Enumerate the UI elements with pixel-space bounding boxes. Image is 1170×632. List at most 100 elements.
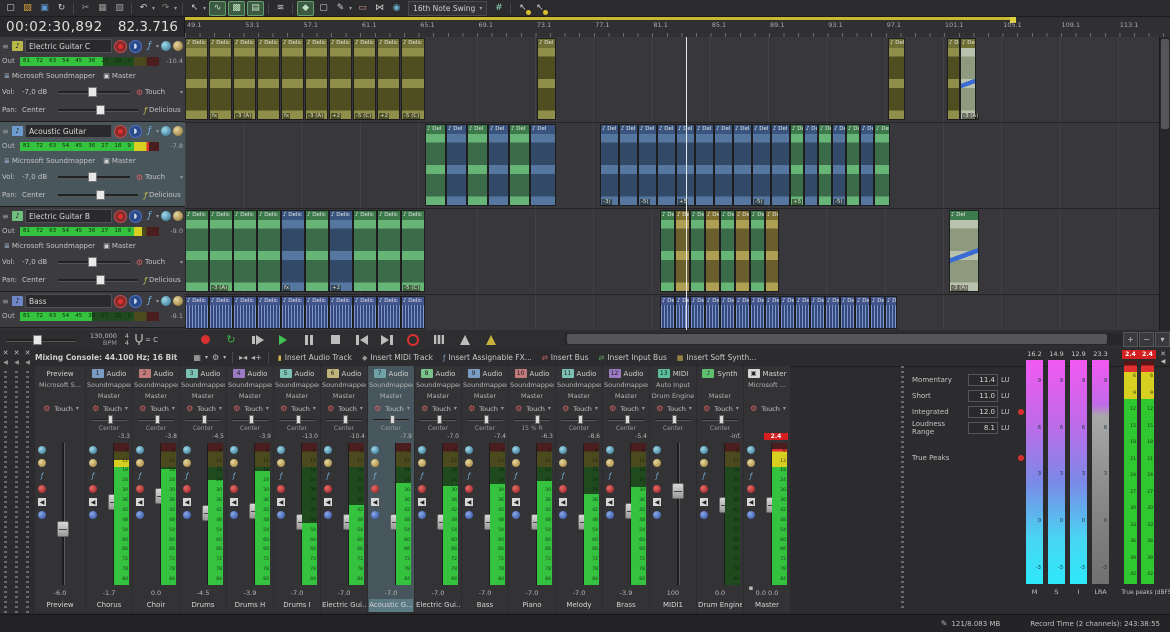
audio-clip[interactable]: ♪ Delic bbox=[305, 210, 329, 292]
snap-toggle-icon[interactable]: # bbox=[491, 2, 506, 15]
fx-icon[interactable]: ƒ bbox=[370, 471, 380, 481]
slider-handle[interactable] bbox=[155, 415, 160, 424]
audio-clip[interactable]: ♪ Del bbox=[960, 38, 976, 120]
audio-clip[interactable]: ♪ De bbox=[705, 210, 720, 292]
fx-icon[interactable]: ƒ bbox=[652, 471, 662, 481]
strip-fader[interactable] bbox=[673, 443, 683, 585]
solo-icon[interactable] bbox=[652, 458, 662, 468]
arrangement-track-row[interactable]: ♪ Del♪ Del♪ Del♪ Del♪ Del♪ Del♪ Del♪ Del… bbox=[185, 123, 1160, 209]
solo-icon[interactable] bbox=[699, 458, 709, 468]
track-grip-icon[interactable]: ≡ bbox=[2, 42, 12, 51]
strip-automation-select[interactable]: ⚙Touch▾ bbox=[557, 402, 601, 415]
metronome-button[interactable] bbox=[453, 332, 477, 347]
mute-icon[interactable] bbox=[37, 510, 47, 520]
audio-clip[interactable]: ♪ Delic bbox=[305, 38, 328, 120]
track-header[interactable]: ≡♪Electric Guitar B◗ƒ▾Out817263544536271… bbox=[0, 207, 185, 292]
strip-device-label[interactable]: Microsoft ... bbox=[745, 380, 789, 391]
solo-icon[interactable] bbox=[464, 458, 474, 468]
metronome-countoff-button[interactable] bbox=[479, 332, 503, 347]
fader-handle[interactable] bbox=[672, 483, 684, 499]
audio-clip[interactable]: ♪ Delic bbox=[185, 296, 209, 329]
audio-clip[interactable]: ♪ Delic bbox=[329, 38, 352, 120]
volume-slider[interactable] bbox=[58, 87, 130, 97]
dock-grip[interactable] bbox=[15, 371, 18, 614]
strip-pan-slider[interactable] bbox=[185, 415, 221, 424]
chevron-down-icon[interactable]: ▾ bbox=[156, 298, 159, 305]
slider-handle[interactable] bbox=[296, 415, 301, 424]
fx-icon[interactable]: ƒ bbox=[229, 471, 239, 481]
solo-icon[interactable] bbox=[37, 458, 47, 468]
mixer-strip[interactable]: ♪Synth Master⚙Touch▾Centerƒ◀612182430364… bbox=[697, 366, 743, 612]
pointer-tool-icon[interactable]: ↖ bbox=[187, 2, 202, 15]
plugin-icon[interactable]: ƒ bbox=[144, 191, 147, 200]
dock-grip[interactable] bbox=[26, 371, 29, 614]
record-arm-icon[interactable] bbox=[229, 484, 239, 494]
record-arm-icon[interactable] bbox=[182, 484, 192, 494]
audio-clip[interactable]: ♪ Del bbox=[425, 124, 446, 206]
chevron-down-icon[interactable]: ▾ bbox=[203, 5, 206, 12]
audio-clip[interactable]: ♪ De bbox=[690, 296, 705, 329]
mute-icon[interactable] bbox=[135, 510, 145, 520]
mixer-strip[interactable]: 9AudioSoundmapperMaster⚙Touch▾Centerƒ◀61… bbox=[462, 366, 508, 612]
bus-name[interactable]: Master bbox=[112, 157, 136, 165]
insert-button[interactable]: ▦Insert Soft Synth... bbox=[677, 353, 757, 362]
audio-clip[interactable]: ♪ Delic bbox=[257, 296, 281, 329]
arrangement-area[interactable]: ♪ Delic♪ Delic♪ Delic♪ Delic♪ Delic♪ Del… bbox=[185, 37, 1160, 330]
strip-device-label[interactable]: Soundmapper bbox=[463, 380, 507, 391]
chevron-down-icon[interactable]: ▾ bbox=[152, 5, 155, 12]
strip-name[interactable]: Bass bbox=[463, 599, 507, 612]
monitor-icon[interactable]: ◀ bbox=[229, 497, 239, 507]
audio-clip[interactable]: ♪ De bbox=[825, 296, 840, 329]
strip-bus-label[interactable] bbox=[36, 391, 84, 402]
phase-knob-icon[interactable] bbox=[161, 296, 171, 306]
fader-handle[interactable] bbox=[57, 521, 69, 537]
audio-clip[interactable]: ♪ Delic bbox=[209, 296, 233, 329]
clip-edit-tool-icon[interactable]: ▤ bbox=[247, 1, 264, 16]
monitor-output-icon[interactable]: ◂+ bbox=[251, 353, 262, 362]
zoom-out-button[interactable]: − bbox=[1139, 332, 1154, 347]
track-name-input[interactable]: Bass bbox=[25, 294, 112, 308]
audio-clip[interactable]: ♪ De bbox=[720, 296, 735, 329]
strip-device-label[interactable]: Soundmapper bbox=[557, 380, 601, 391]
strip-bus-label[interactable]: Master bbox=[228, 391, 272, 402]
strip-name[interactable]: Choir bbox=[134, 599, 178, 612]
record-arm-icon[interactable] bbox=[88, 484, 98, 494]
fx-icon[interactable]: ƒ bbox=[558, 471, 568, 481]
monitor-icon[interactable]: ◀ bbox=[464, 497, 474, 507]
audio-clip[interactable]: ♪ De bbox=[750, 210, 765, 292]
strip-name[interactable]: Acoustic G... bbox=[369, 599, 413, 612]
strip-name[interactable]: Chorus bbox=[87, 599, 131, 612]
strip-automation-select[interactable]: ⚙Touch▾ bbox=[87, 402, 131, 415]
selection-tool-icon[interactable]: ▢ bbox=[316, 2, 331, 15]
browse-media-icon[interactable]: ◉ bbox=[389, 2, 404, 15]
strip-device-label[interactable]: Microsoft S... bbox=[36, 380, 84, 391]
strip-bus-label[interactable] bbox=[745, 391, 789, 402]
monitor-icon[interactable]: ◀ bbox=[652, 497, 662, 507]
strip-name[interactable]: Electric Gui... bbox=[416, 599, 460, 612]
narrow-strips-icon[interactable]: ▸◂ bbox=[239, 353, 247, 362]
solo-icon[interactable] bbox=[135, 458, 145, 468]
mute-icon[interactable]: ◗ bbox=[129, 210, 142, 223]
mixer-strip[interactable]: 4AudioSoundmapperMaster⚙Touch▾Centerƒ◀61… bbox=[227, 366, 273, 612]
solo-icon[interactable] bbox=[276, 458, 286, 468]
loop-playback-button[interactable]: ↻ bbox=[219, 332, 243, 347]
record-arm-icon[interactable] bbox=[370, 484, 380, 494]
arrangement-track-row[interactable]: ♪ Delic♪ Delic♪ Delic♪ Delic♪ Delic♪ Del… bbox=[185, 209, 1160, 295]
monitor-icon[interactable]: ◀ bbox=[182, 497, 192, 507]
fx-icon[interactable]: ƒ bbox=[511, 471, 521, 481]
slider-handle[interactable] bbox=[343, 415, 348, 424]
strip-pan-slider[interactable] bbox=[138, 415, 174, 424]
audio-clip[interactable]: ♪ Del bbox=[695, 124, 714, 206]
audio-clip[interactable]: ♪ Delic bbox=[281, 210, 305, 292]
monitor-icon[interactable]: ◀ bbox=[417, 497, 427, 507]
mixer-strip[interactable]: PreviewMicrosoft S... ⚙Touch▾ ƒ◀-6.0Prev… bbox=[35, 366, 85, 612]
panel-divider[interactable] bbox=[901, 366, 904, 610]
copy-icon[interactable]: ▦ bbox=[95, 2, 110, 15]
strip-device-label[interactable]: Soundmapper bbox=[604, 380, 648, 391]
open-mixer-button[interactable] bbox=[427, 332, 451, 347]
mute-icon[interactable]: ◗ bbox=[129, 40, 142, 53]
strip-name[interactable]: Drums H bbox=[228, 599, 272, 612]
slider-handle[interactable] bbox=[96, 275, 105, 285]
plugin-chain-name[interactable]: Delicious E... bbox=[149, 106, 183, 114]
horizontal-scrollbar-thumb[interactable] bbox=[567, 334, 1107, 344]
